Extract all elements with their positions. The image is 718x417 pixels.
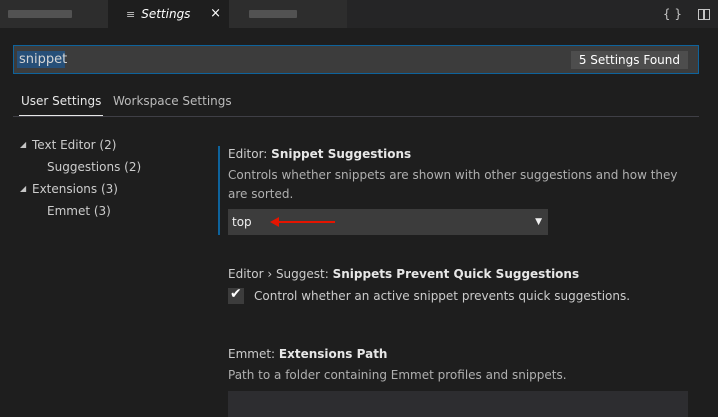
toc-item-label: Extensions (3) [32,182,118,196]
toc-item-extensions[interactable]: ◢ Extensions (3) [20,178,141,200]
snippet-suggestions-select[interactable]: top ▼ [228,209,548,235]
setting-category: Editor: [228,147,272,161]
setting-description: Controls whether snippets are shown with… [228,168,678,201]
setting-emmet-extensions-path: Emmet: Extensions Path Path to a folder … [218,346,698,417]
tab-workspace-settings[interactable]: Workspace Settings [113,88,232,115]
toc-item-text-editor[interactable]: ◢ Text Editor (2) [20,134,141,156]
extensions-path-input[interactable] [228,391,688,417]
blurred-tab-label [8,10,72,18]
setting-name: Snippet Suggestions [271,147,412,161]
editor-actions: { } [663,0,710,28]
setting-checkbox-row: Control whether an active snippet preven… [228,286,698,304]
split-editor-icon[interactable] [698,8,710,20]
setting-title: Editor › Suggest: Snippets Prevent Quick… [228,266,698,282]
results-count-badge: 5 Settings Found [570,51,688,69]
close-icon[interactable]: × [210,6,221,21]
chevron-down-icon: ▼ [535,217,542,227]
setting-name: Extensions Path [278,347,388,361]
tab-settings[interactable]: ≡ Settings × [108,0,229,28]
search-input[interactable]: snippet [19,51,67,68]
tab-blurred-1[interactable] [0,0,108,28]
expanded-caret-icon: ◢ [20,140,27,149]
settings-scope-tabs: User Settings Workspace Settings [13,88,699,117]
select-value: top [232,215,252,229]
setting-name: Snippets Prevent Quick Suggestions [332,267,580,281]
toc-item-label: Suggestions (2) [47,160,142,174]
setting-description: Control whether an active snippet preven… [254,289,631,303]
tab-settings-label: Settings [141,7,191,21]
settings-search-box[interactable]: snippet 5 Settings Found [13,45,699,74]
toc-item-label: Emmet (3) [47,204,111,218]
checkbox[interactable] [228,286,244,304]
toc-item-label: Text Editor (2) [32,138,117,152]
toc-item-suggestions[interactable]: Suggestions (2) [20,156,141,178]
setting-title: Emmet: Extensions Path [228,346,698,362]
setting-snippets-prevent-quick-suggestions: Editor › Suggest: Snippets Prevent Quick… [218,266,698,304]
settings-toc: ◢ Text Editor (2) Suggestions (2) ◢ Exte… [20,134,141,222]
tab-user-settings[interactable]: User Settings [19,88,104,116]
setting-category: Editor › Suggest: [228,267,333,281]
toc-item-emmet[interactable]: Emmet (3) [20,200,141,222]
open-json-icon[interactable]: { } [663,7,682,21]
setting-snippet-suggestions: Editor: Snippet Suggestions Controls whe… [218,146,698,235]
annotation-arrow-icon [275,221,335,223]
setting-category: Emmet: [228,347,279,361]
blurred-tab-label [249,10,297,18]
setting-description: Path to a folder containing Emmet profil… [228,368,567,382]
expanded-caret-icon: ◢ [20,184,27,193]
setting-title: Editor: Snippet Suggestions [228,146,698,162]
settings-lines-icon: ≡ [126,7,136,21]
tab-blurred-2[interactable] [229,0,347,28]
tab-bar: ≡ Settings × { } [0,0,718,28]
